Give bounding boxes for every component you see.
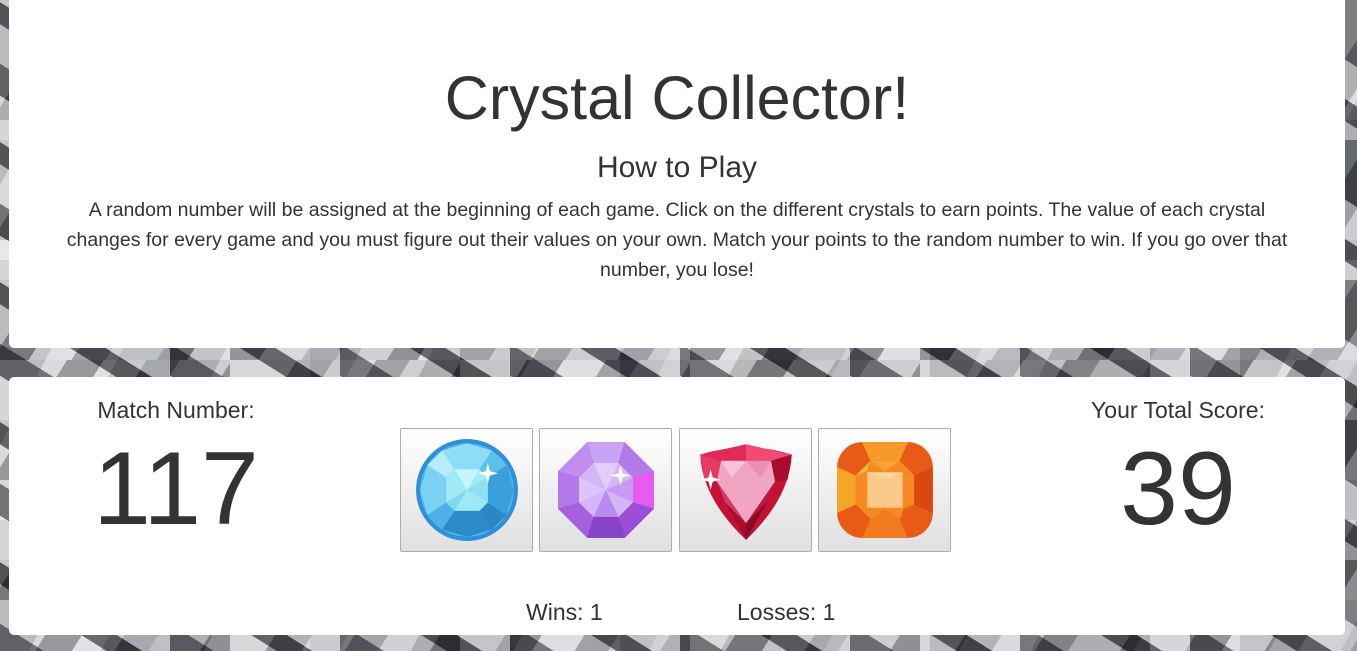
orange-cushion-crystal-icon: [836, 442, 933, 538]
match-number-label: Match Number:: [97, 397, 255, 423]
red-trillion-crystal-icon: [699, 444, 792, 540]
how-to-play-heading: How to Play: [596, 151, 758, 184]
purple-octagon-crystal-icon: [557, 442, 654, 538]
total-score-label: Your Total Score:: [1091, 397, 1265, 423]
crystal-button-red[interactable]: [679, 428, 812, 552]
crystal-button-blue[interactable]: [400, 428, 533, 552]
wins-counter: Wins: 1: [526, 599, 603, 625]
match-number-value: 117: [93, 431, 259, 547]
header-panel: Crystal Collector! How to Play A random …: [9, 0, 1345, 348]
losses-counter: Losses: 1: [737, 599, 836, 625]
page-title: Crystal Collector!: [444, 64, 910, 132]
game-panel: Match Number: 117 Your Total Score: 39 W…: [9, 377, 1345, 635]
crystal-button-purple[interactable]: [539, 428, 672, 552]
crystal-button-orange[interactable]: [818, 428, 951, 552]
instructions-text: A random number will be assigned at the …: [66, 199, 1288, 281]
total-score-value: 39: [1120, 431, 1236, 547]
blue-round-crystal-icon: [415, 439, 518, 541]
